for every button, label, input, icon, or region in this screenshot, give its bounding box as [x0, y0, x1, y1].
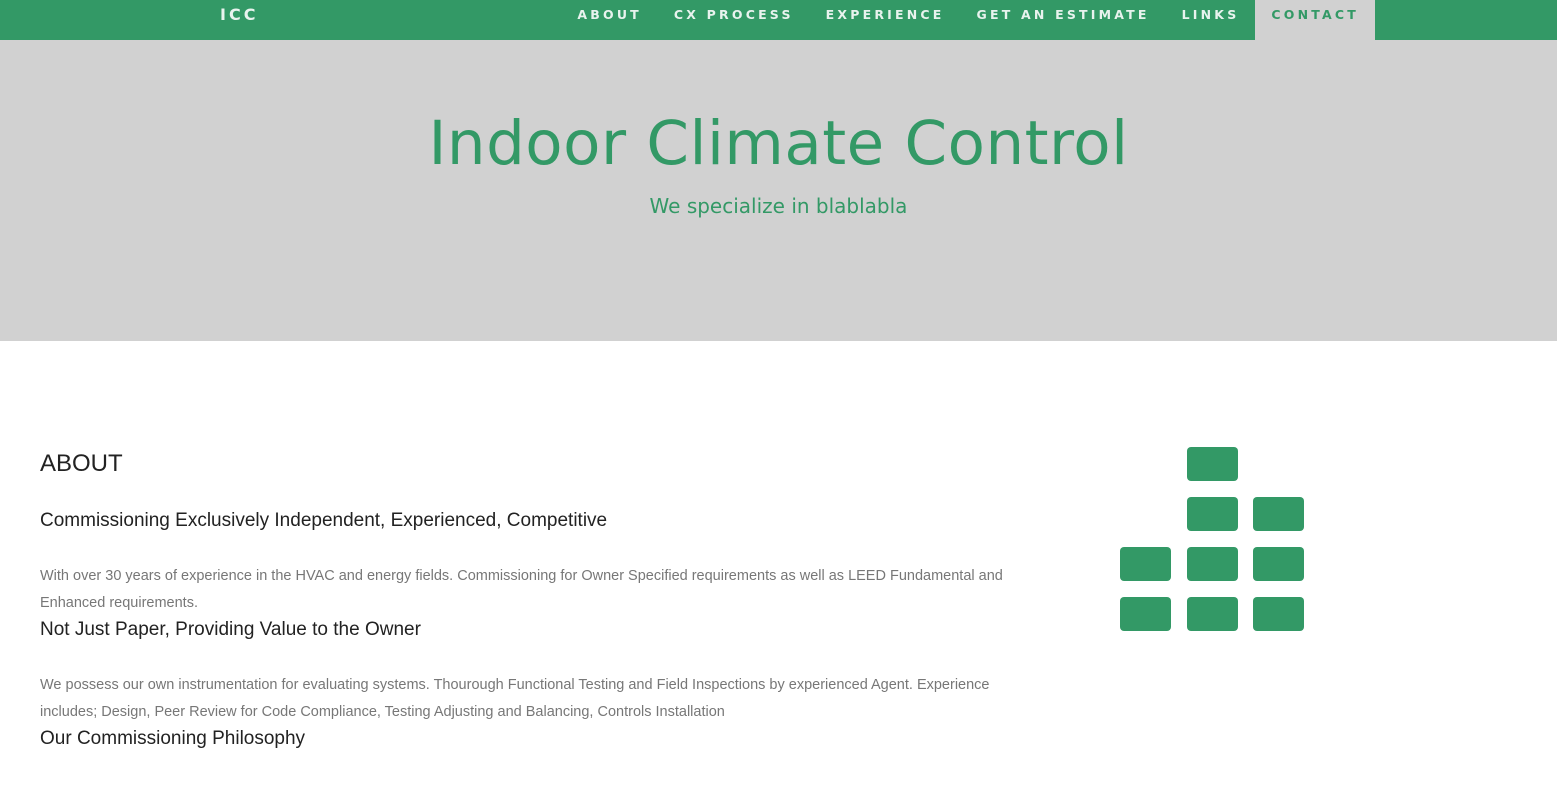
logo-block — [1187, 597, 1238, 631]
about-section: ABOUT Commissioning Exclusively Independ… — [40, 450, 1030, 752]
nav-item-cx-process: CX PROCESS — [658, 0, 810, 40]
section-title: Not Just Paper, Providing Value to the O… — [40, 619, 421, 640]
nav-item-contact: CONTACT — [1255, 0, 1375, 40]
section-text: We possess our own instrumentation for e… — [40, 677, 990, 720]
logo-block — [1253, 597, 1304, 631]
nav-link-about[interactable]: ABOUT — [561, 0, 658, 40]
hero-subtitle: We specialize in blablabla — [649, 194, 908, 218]
logo-block — [1253, 497, 1304, 531]
nav-link-contact[interactable]: CONTACT — [1255, 0, 1375, 40]
logo-block — [1187, 547, 1238, 581]
logo-block — [1120, 597, 1171, 631]
bar-graph-blocks-icon — [1120, 447, 1304, 631]
logo-block — [1253, 547, 1304, 581]
nav-item-get-an-estimate: GET AN ESTIMATE — [961, 0, 1166, 40]
hero-title: Indoor Climate Control — [428, 108, 1129, 179]
logo-block — [1120, 547, 1171, 581]
nav-item-about: ABOUT — [561, 0, 658, 40]
section-title: Our Commissioning Philosophy — [40, 728, 306, 749]
brand-link[interactable]: ICC — [220, 0, 258, 30]
logo-block — [1187, 447, 1238, 481]
nav-link-get-an-estimate[interactable]: GET AN ESTIMATE — [961, 0, 1166, 40]
section-text: With over 30 years of experience in the … — [40, 568, 1003, 611]
nav-link-links[interactable]: LINKS — [1166, 0, 1256, 40]
nav-link-cx-process[interactable]: CX PROCESS — [658, 0, 810, 40]
nav-menu: ABOUT CX PROCESS EXPERIENCE GET AN ESTIM… — [561, 0, 1375, 40]
about-heading: ABOUT — [40, 450, 123, 477]
logo-block — [1187, 497, 1238, 531]
nav-item-links: LINKS — [1166, 0, 1256, 40]
hero-section: Indoor Climate Control We specialize in … — [0, 40, 1557, 341]
top-navbar: ICC ABOUT CX PROCESS EXPERIENCE GET AN E… — [0, 0, 1557, 40]
nav-item-experience: EXPERIENCE — [810, 0, 961, 40]
nav-link-experience[interactable]: EXPERIENCE — [810, 0, 961, 40]
section-title: Commissioning Exclusively Independent, E… — [40, 510, 608, 531]
